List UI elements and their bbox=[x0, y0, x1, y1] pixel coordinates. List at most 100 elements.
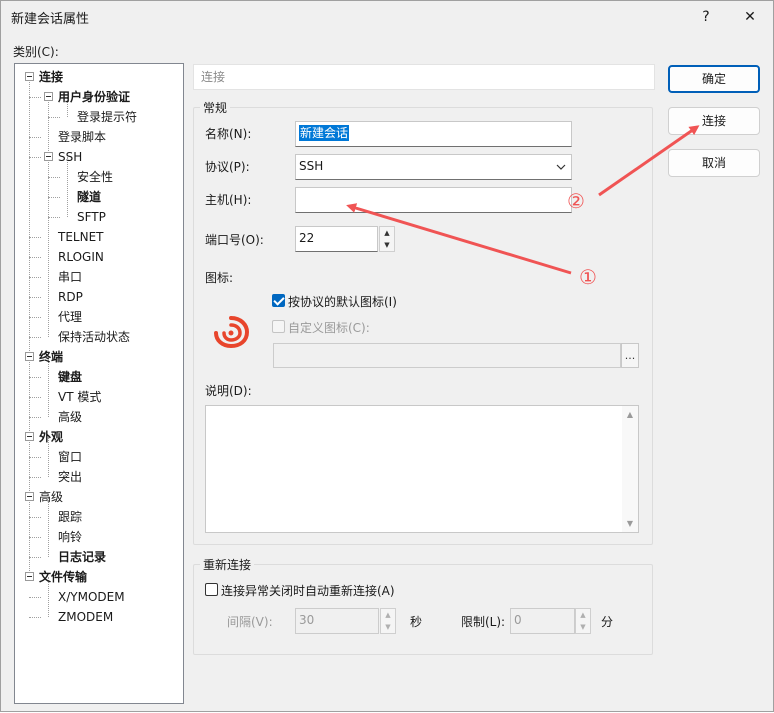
tree-collapse-icon[interactable] bbox=[44, 152, 53, 161]
tree-collapse-icon[interactable] bbox=[25, 352, 34, 361]
category-label: 类别(C): bbox=[13, 45, 59, 59]
default-icon-checkbox[interactable] bbox=[272, 294, 285, 307]
interval-field[interactable]: 30 bbox=[295, 608, 379, 634]
close-button[interactable]: ✕ bbox=[727, 1, 773, 33]
tree-connector bbox=[29, 237, 41, 238]
tree-item[interactable]: 窗口 bbox=[58, 448, 82, 466]
tree-connector bbox=[29, 537, 41, 538]
tree-item[interactable]: 突出 bbox=[58, 468, 82, 486]
tree-connector bbox=[29, 517, 41, 518]
browse-icon-button[interactable]: ... bbox=[621, 343, 639, 368]
tree-item[interactable]: 终端 bbox=[39, 348, 63, 366]
tree-item[interactable]: 高级 bbox=[58, 408, 82, 426]
protocol-select[interactable]: SSH bbox=[295, 154, 572, 180]
limit-field[interactable]: 0 bbox=[510, 608, 575, 634]
custom-icon-checkbox[interactable] bbox=[272, 320, 285, 333]
tree-connector bbox=[29, 97, 41, 98]
cancel-button[interactable]: 取消 bbox=[668, 149, 760, 177]
tree-item[interactable]: 跟踪 bbox=[58, 508, 82, 526]
port-up-arrow-icon[interactable]: ▲ bbox=[380, 227, 394, 239]
custom-icon-path-field[interactable] bbox=[273, 343, 621, 368]
port-label: 端口号(O): bbox=[205, 233, 264, 247]
icon-label: 图标: bbox=[205, 271, 234, 285]
tree-connector bbox=[29, 597, 41, 598]
tree-item[interactable]: SFTP bbox=[77, 208, 106, 226]
scroll-down-icon[interactable]: ▼ bbox=[625, 519, 635, 528]
tree-item[interactable]: 文件传输 bbox=[39, 568, 87, 586]
annotation-marker-1: ① bbox=[579, 265, 597, 289]
tree-item[interactable]: ZMODEM bbox=[58, 608, 113, 626]
tree-collapse-icon[interactable] bbox=[25, 572, 34, 581]
auto-reconnect-label: 连接异常关闭时自动重新连接(A) bbox=[221, 584, 395, 598]
window-title: 新建会话属性 bbox=[11, 12, 90, 27]
tree-collapse-icon[interactable] bbox=[25, 72, 34, 81]
tree-item[interactable]: 高级 bbox=[39, 488, 63, 506]
interval-down-arrow-icon[interactable]: ▼ bbox=[381, 621, 395, 633]
tree-item[interactable]: 用户身份验证 bbox=[58, 88, 130, 106]
category-tree[interactable]: 连接用户身份验证登录提示符登录脚本 SSH 安全性隧道 SFTP TELNET RLOGI… bbox=[14, 63, 184, 704]
tree-item[interactable]: RDP bbox=[58, 288, 83, 306]
tree-item[interactable]: 键盘 bbox=[58, 368, 82, 386]
tree-connector bbox=[48, 357, 49, 417]
description-textarea[interactable]: ▲ ▼ bbox=[205, 405, 639, 533]
protocol-label: 协议(P): bbox=[205, 160, 250, 174]
tree-item[interactable]: 外观 bbox=[39, 428, 63, 446]
tree-connector bbox=[29, 457, 41, 458]
tree-item[interactable]: 安全性 bbox=[77, 168, 113, 186]
port-stepper[interactable]: ▲ ▼ bbox=[379, 226, 395, 252]
tree-connector bbox=[29, 77, 30, 577]
tree-connector bbox=[48, 177, 60, 178]
tree-collapse-icon[interactable] bbox=[25, 492, 34, 501]
limit-label: 限制(L): bbox=[461, 615, 506, 629]
host-label: 主机(H): bbox=[205, 193, 252, 207]
name-label: 名称(N): bbox=[205, 127, 252, 141]
auto-reconnect-checkbox[interactable] bbox=[205, 583, 218, 596]
tree-item[interactable]: 登录提示符 bbox=[77, 108, 137, 126]
tree-item[interactable]: 连接 bbox=[39, 68, 63, 86]
tree-connector bbox=[29, 617, 41, 618]
tree-item[interactable]: 响铃 bbox=[58, 528, 82, 546]
tree-item[interactable]: TELNET bbox=[58, 228, 104, 246]
tree-connector bbox=[29, 137, 41, 138]
tree-connector bbox=[48, 117, 60, 118]
limit-stepper[interactable]: ▲ ▼ bbox=[575, 608, 591, 634]
tree-item[interactable]: 保持活动状态 bbox=[58, 328, 130, 346]
session-app-icon bbox=[214, 316, 250, 349]
interval-stepper[interactable]: ▲ ▼ bbox=[380, 608, 396, 634]
description-scrollbar[interactable]: ▲ ▼ bbox=[622, 406, 638, 532]
port-down-arrow-icon[interactable]: ▼ bbox=[380, 239, 394, 251]
name-field[interactable]: 新建会话 bbox=[295, 121, 572, 147]
connect-button[interactable]: 连接 bbox=[668, 107, 760, 135]
title-bar: 新建会话属性 ? ✕ bbox=[1, 1, 773, 33]
tree-item[interactable]: 登录脚本 bbox=[58, 128, 106, 146]
tree-item[interactable]: 隧道 bbox=[77, 188, 101, 206]
tree-connector bbox=[29, 277, 41, 278]
tree-item[interactable]: VT 模式 bbox=[58, 388, 101, 406]
tree-item[interactable]: SSH bbox=[58, 148, 82, 166]
protocol-value: SSH bbox=[299, 159, 324, 173]
interval-up-arrow-icon[interactable]: ▲ bbox=[381, 609, 395, 621]
port-field[interactable]: 22 bbox=[295, 226, 378, 252]
tree-item[interactable]: X/YMODEM bbox=[58, 588, 125, 606]
limit-down-arrow-icon[interactable]: ▼ bbox=[576, 621, 590, 633]
tree-connector bbox=[29, 157, 41, 158]
tree-item[interactable]: RLOGIN bbox=[58, 248, 104, 266]
tree-connector bbox=[29, 257, 41, 258]
tree-collapse-icon[interactable] bbox=[44, 92, 53, 101]
scroll-up-icon[interactable]: ▲ bbox=[625, 410, 635, 419]
tree-collapse-icon[interactable] bbox=[25, 432, 34, 441]
reconnect-group-title: 重新连接 bbox=[200, 556, 255, 573]
tree-item[interactable]: 日志记录 bbox=[58, 548, 106, 566]
help-button[interactable]: ? bbox=[683, 1, 729, 33]
limit-up-arrow-icon[interactable]: ▲ bbox=[576, 609, 590, 621]
tree-connector bbox=[29, 557, 41, 558]
description-label: 说明(D): bbox=[205, 384, 252, 398]
interval-unit: 秒 bbox=[410, 615, 423, 629]
session-properties-dialog: 新建会话属性 ? ✕ 类别(C): 连接 用户身份验证 登录提示符 登录脚本 SSH 安全… bbox=[0, 0, 774, 712]
ok-button[interactable]: 确定 bbox=[668, 65, 760, 93]
custom-icon-label: 自定义图标(C): bbox=[288, 321, 370, 335]
host-field[interactable] bbox=[295, 187, 572, 213]
tree-item[interactable]: 串口 bbox=[58, 268, 82, 286]
tree-item[interactable]: 代理 bbox=[58, 308, 82, 326]
interval-label: 间隔(V): bbox=[227, 615, 273, 629]
